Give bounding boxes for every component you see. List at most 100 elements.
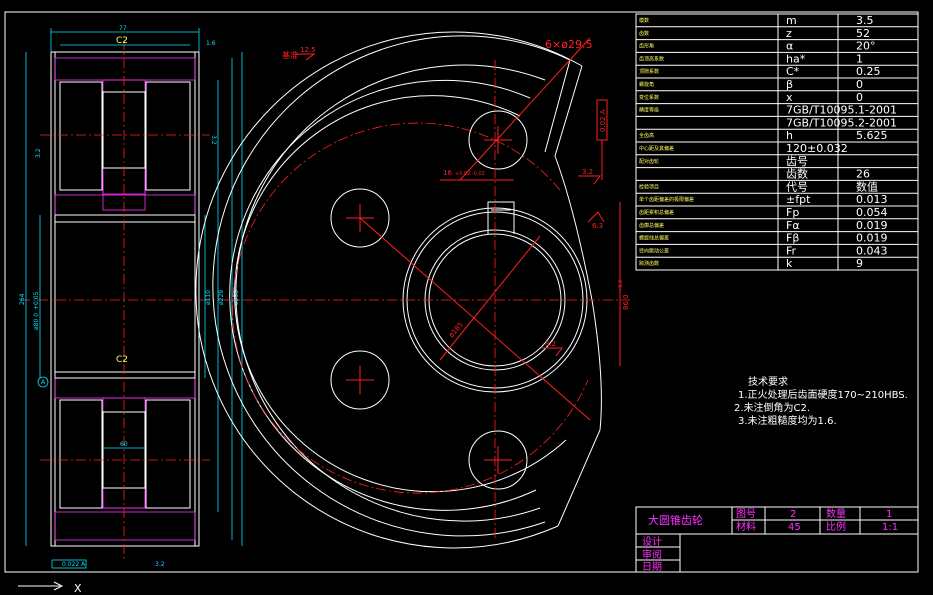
material-label: 材料 bbox=[736, 520, 756, 533]
param-value: 7GB/T10095.1-2001 bbox=[786, 104, 897, 117]
rough-a: 3.2 bbox=[582, 168, 593, 176]
tech-req-item-1: 1.正火处理后齿面硬度170~210HBS. bbox=[738, 388, 908, 401]
lower-hub-hatch bbox=[54, 377, 196, 399]
keyway-depth-tol: +0.2 bbox=[618, 280, 624, 292]
rough-b: 3.2 bbox=[545, 340, 556, 348]
red-rough: 12.5 bbox=[300, 46, 316, 54]
datum-letter: A bbox=[41, 379, 46, 386]
ucs-icon: X bbox=[18, 581, 82, 595]
qty-label: 数量 bbox=[826, 507, 846, 520]
param-value: 3.5 bbox=[856, 14, 874, 27]
design-label: 设计 bbox=[642, 535, 662, 548]
tech-req-item-3: 3.未注粗糙度均为1.6. bbox=[738, 414, 837, 427]
chamfer-top: C2 bbox=[116, 36, 128, 46]
param-value: 26 bbox=[856, 168, 870, 181]
param-name: 齿廓总偏差 bbox=[639, 222, 664, 229]
param-symbol: β bbox=[786, 78, 793, 91]
param-value: 5.625 bbox=[856, 129, 888, 142]
param-symbol: ha* bbox=[786, 52, 806, 65]
param-value: 1 bbox=[856, 52, 863, 65]
param-symbol: Fp bbox=[786, 206, 799, 219]
param-name: 精度等级 bbox=[639, 107, 659, 114]
param-value: 0.013 bbox=[856, 193, 888, 206]
param-symbol: C* bbox=[786, 65, 800, 78]
param-name: 齿距累积总偏差 bbox=[639, 209, 674, 216]
dim-bore-tol: +0.05 bbox=[33, 291, 40, 310]
param-value: 0 bbox=[856, 78, 863, 91]
side-section-view: 77 C2 1.6 C2 264 ø80 0 +0.05 ø110 ø229 ø… bbox=[19, 25, 243, 569]
dim-229: ø229 bbox=[218, 290, 225, 305]
param-value: 120±0.032 bbox=[786, 142, 848, 155]
dim-264: 264 bbox=[19, 293, 26, 305]
param-value: 0.25 bbox=[856, 65, 881, 78]
param-name: 模数 bbox=[639, 17, 649, 24]
keyway-depth: 86.0 bbox=[622, 294, 630, 310]
param-value: 0.054 bbox=[856, 206, 888, 219]
cad-drawing: 77 C2 1.6 C2 264 ø80 0 +0.05 ø110 ø229 ø… bbox=[4, 11, 919, 595]
param-value: 52 bbox=[856, 27, 870, 40]
param-value: 数值 bbox=[856, 180, 878, 193]
param-symbol: 齿号 bbox=[786, 155, 808, 168]
param-symbol: m bbox=[786, 14, 797, 27]
param-name: 螺旋线总偏差 bbox=[639, 235, 669, 242]
ucs-x-label: X bbox=[74, 582, 82, 595]
tech-requirements: 技术要求 1.正火处理后齿面硬度170~210HBS. 2.未注倒角为C2. 3… bbox=[734, 375, 908, 427]
param-value: 0.019 bbox=[856, 232, 888, 245]
material: 45 bbox=[788, 522, 801, 533]
dim-top-width: 77 bbox=[119, 25, 127, 32]
param-name: 中心距及其偏差 bbox=[639, 145, 674, 152]
drawing-no: 2 bbox=[790, 509, 796, 520]
param-name: 径向跳动公差 bbox=[639, 247, 669, 254]
bolt-circle-dia: ø185 bbox=[447, 321, 464, 340]
date-label: 日期 bbox=[642, 561, 662, 573]
part-name: 大圆锥齿轮 bbox=[648, 513, 703, 527]
rough-bottom: 3.2 bbox=[155, 561, 165, 568]
tech-req-item-2: 2.未注倒角为C2. bbox=[734, 401, 810, 414]
title-block: 大圆锥齿轮 图号 2 数量 1 材料 45 比例 1:1 设计 审阅 日期 bbox=[635, 506, 919, 573]
param-value: 7GB/T10095.2-2001 bbox=[786, 116, 897, 129]
runout-tolerance: 0.022 A bbox=[62, 561, 86, 568]
param-name: 齿顶高系数 bbox=[639, 55, 664, 62]
keyway-tol: +0.02 -0.02 bbox=[455, 171, 485, 177]
chamfer-mid: C2 bbox=[116, 355, 128, 365]
param-symbol: ±fpt bbox=[786, 193, 811, 206]
param-symbol: 齿数 bbox=[786, 168, 808, 181]
param-name: 全齿高 bbox=[639, 132, 654, 139]
param-name: 检验项目 bbox=[639, 183, 659, 190]
pitch-circle bbox=[232, 122, 589, 494]
param-name: 变位系数 bbox=[639, 94, 659, 101]
keyway-width: 16 bbox=[443, 169, 452, 177]
upper-rim-hatch bbox=[54, 57, 196, 81]
param-symbol: x bbox=[786, 91, 793, 104]
param-name: 顶隙系数 bbox=[639, 68, 659, 75]
dim-bore: ø80 0 bbox=[33, 313, 40, 330]
scale: 1:1 bbox=[882, 522, 898, 533]
param-name: 配对齿轮 bbox=[639, 158, 659, 165]
param-name: 跨测齿数 bbox=[639, 260, 659, 267]
param-value: 0.043 bbox=[856, 244, 888, 257]
param-name: 齿形角 bbox=[639, 43, 654, 50]
rough-c: 6.3 bbox=[592, 222, 603, 230]
dim-small: 3.2 bbox=[210, 135, 217, 145]
param-symbol: Fβ bbox=[786, 232, 799, 245]
param-value: 0 bbox=[856, 91, 863, 104]
scale-label: 比例 bbox=[826, 520, 846, 533]
param-name: 螺旋角 bbox=[639, 81, 654, 88]
dim-small-left: 3.2 bbox=[35, 148, 42, 158]
drawing-no-label: 图号 bbox=[736, 508, 756, 520]
param-symbol: h bbox=[786, 129, 793, 142]
dim-110: ø110 bbox=[205, 290, 212, 305]
param-name: 齿数 bbox=[639, 30, 649, 37]
lower-rim-hatch bbox=[54, 511, 196, 541]
param-symbol: Fα bbox=[786, 219, 800, 232]
front-gear-view: 6×ø29.5 ø185 16 +0.02 -0.02 86.0 +0.2 3.… bbox=[195, 31, 630, 549]
param-value: 9 bbox=[856, 257, 863, 270]
tol-box: 0.02 A bbox=[599, 109, 607, 132]
tech-req-title: 技术要求 bbox=[748, 375, 788, 388]
param-symbol: z bbox=[786, 27, 792, 40]
param-symbol: k bbox=[786, 257, 793, 270]
param-symbol: Fr bbox=[786, 244, 797, 257]
param-name: 单个齿距偏差的极限偏差 bbox=[639, 196, 694, 203]
red-mark: 基准 bbox=[282, 50, 298, 60]
qty: 1 bbox=[886, 509, 892, 520]
